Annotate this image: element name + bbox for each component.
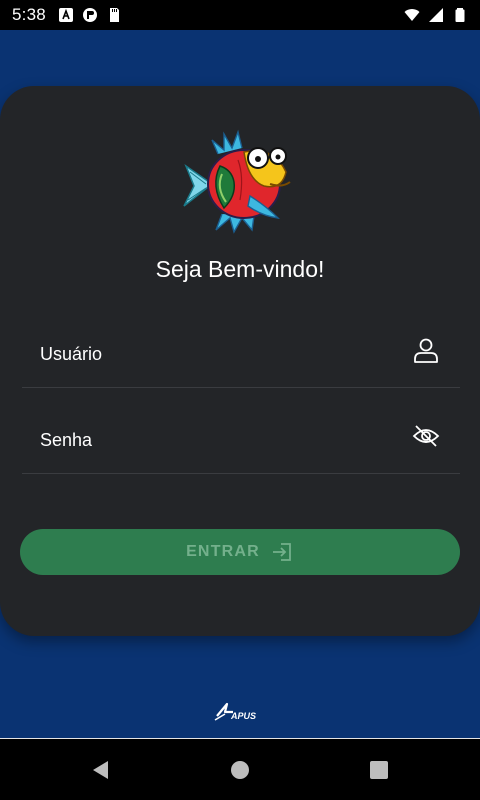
- home-icon[interactable]: [229, 759, 251, 781]
- system-navigation-bar: [0, 738, 480, 800]
- svg-text:APUS: APUS: [230, 711, 256, 721]
- login-submit-label: ENTRAR: [186, 543, 260, 560]
- text-notification-icon: [58, 8, 73, 22]
- eye-off-icon[interactable]: [412, 422, 440, 450]
- password-field[interactable]: Senha: [22, 400, 460, 474]
- welcome-heading: Seja Bem-vindo!: [155, 256, 325, 282]
- recents-icon[interactable]: [368, 759, 390, 781]
- username-label: Usuário: [40, 344, 103, 364]
- status-bar: 5:38: [0, 0, 480, 30]
- login-arrow-icon: [272, 543, 291, 561]
- fish-mascot-logo: [183, 129, 291, 234]
- back-icon[interactable]: [90, 759, 112, 781]
- battery-icon: [455, 8, 465, 22]
- apus-brand-logo: APUS: [214, 702, 256, 721]
- sd-card-icon: [109, 8, 119, 22]
- wifi-icon: [404, 9, 420, 21]
- username-field[interactable]: Usuário: [22, 314, 460, 388]
- status-notification-icons: [58, 7, 122, 23]
- signal-icon: [429, 8, 443, 22]
- app-notification-icon: [82, 8, 97, 22]
- login-card: Seja Bem-vindo! Usuário Senha ENTRAR: [0, 86, 480, 636]
- status-time: 5:38: [12, 5, 46, 24]
- password-label: Senha: [40, 430, 93, 450]
- person-icon: [414, 338, 438, 363]
- status-system-icons: [404, 7, 468, 23]
- login-submit-button[interactable]: ENTRAR: [20, 529, 460, 575]
